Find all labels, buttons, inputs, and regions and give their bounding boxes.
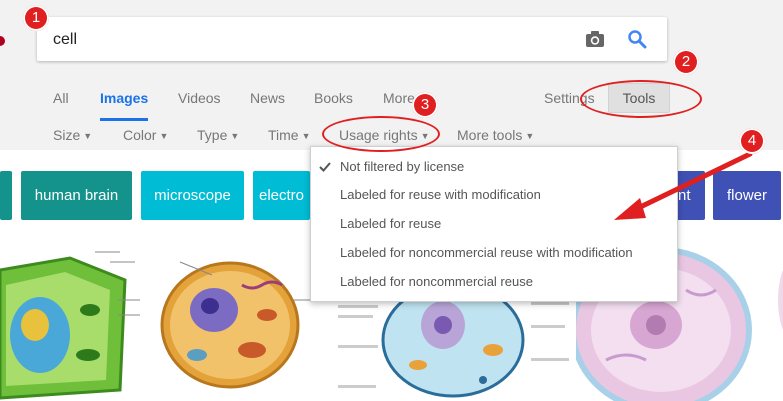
filter-type-label: Type — [197, 127, 228, 143]
tab-books[interactable]: Books — [314, 90, 353, 106]
chip-microscope[interactable]: microscope — [141, 171, 244, 220]
search-box[interactable]: cell — [37, 17, 667, 61]
filter-more-tools-label: More tools — [457, 127, 523, 143]
menu-item-noncommercial[interactable]: Labeled for noncommercial reuse — [311, 267, 677, 296]
filter-time[interactable]: Time ▼ — [268, 127, 311, 143]
annotation-marker-2: 2 — [673, 49, 699, 75]
annotation-ellipse-tools — [580, 80, 702, 118]
menu-item-label: Labeled for reuse — [340, 216, 442, 231]
image-result-plant-cell[interactable] — [0, 240, 148, 401]
caret-down-icon: ▼ — [301, 131, 311, 141]
tab-videos[interactable]: Videos — [178, 90, 221, 106]
search-input[interactable]: cell — [53, 31, 77, 49]
tab-all[interactable]: All — [53, 90, 69, 106]
image-result-animal-cell[interactable] — [152, 240, 322, 401]
annotation-marker-1: 1 — [23, 5, 49, 31]
annotation-arrow — [614, 151, 753, 220]
menu-item-label: Labeled for noncommercial reuse with mod… — [340, 245, 633, 260]
filter-size[interactable]: Size ▼ — [53, 127, 92, 143]
filter-size-label: Size — [53, 127, 81, 143]
active-tab-indicator — [100, 118, 148, 121]
tab-images[interactable]: Images — [100, 90, 148, 106]
menu-item-label: Not filtered by license — [340, 159, 465, 174]
annotation-marker-4: 4 — [739, 128, 765, 154]
tab-more[interactable]: More — [383, 90, 415, 106]
filter-more-tools[interactable]: More tools ▼ — [457, 127, 534, 143]
annotation-ellipse-usage-rights — [322, 116, 440, 152]
chip-partial[interactable] — [0, 171, 12, 220]
caret-down-icon: ▼ — [83, 131, 93, 141]
search-icon[interactable] — [627, 29, 647, 49]
camera-icon[interactable] — [585, 29, 605, 49]
filter-color-label: Color — [123, 127, 157, 143]
menu-item-label: Labeled for reuse with modification — [340, 187, 541, 202]
menu-item-label: Labeled for noncommercial reuse — [340, 274, 533, 289]
image-result-partial[interactable] — [773, 240, 783, 401]
chip-human-brain[interactable]: human brain — [21, 171, 132, 220]
caret-down-icon: ▼ — [230, 131, 240, 141]
checkmark-icon — [319, 161, 331, 173]
filter-type[interactable]: Type ▼ — [197, 127, 239, 143]
caret-down-icon: ▼ — [159, 131, 169, 141]
annotation-marker-3: 3 — [412, 92, 438, 118]
chip-electron[interactable]: electro — [253, 171, 310, 220]
caret-down-icon: ▼ — [525, 131, 535, 141]
menu-item-noncommercial-modification[interactable]: Labeled for noncommercial reuse with mod… — [311, 238, 677, 267]
filter-time-label: Time — [268, 127, 299, 143]
tab-news[interactable]: News — [250, 90, 285, 106]
filter-color[interactable]: Color ▼ — [123, 127, 168, 143]
